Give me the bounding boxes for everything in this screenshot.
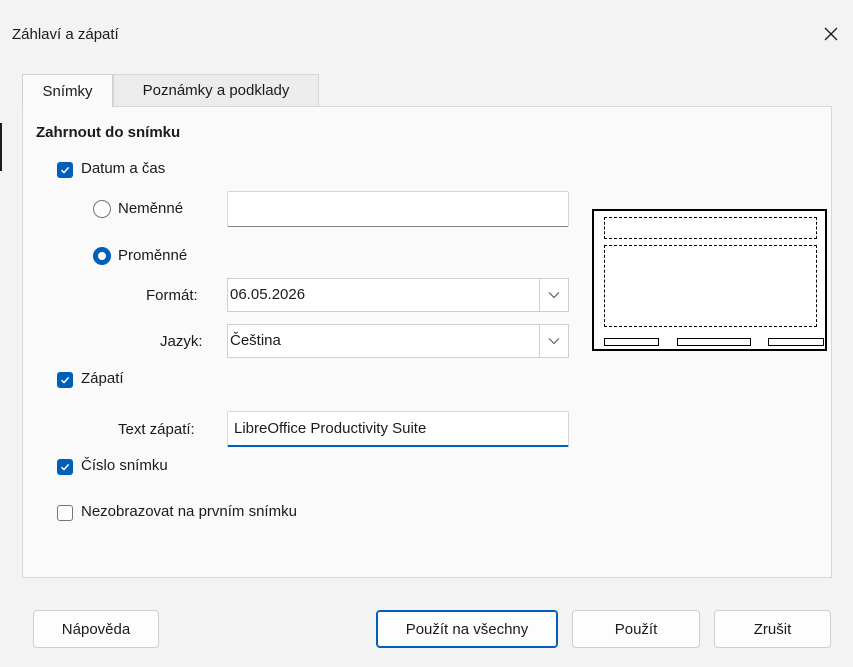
chevron-down-icon bbox=[548, 292, 560, 299]
apply-button[interactable]: Použít bbox=[572, 610, 700, 648]
format-label: Formát: bbox=[146, 287, 198, 304]
footer-checkbox[interactable] bbox=[57, 372, 73, 388]
close-icon bbox=[824, 27, 838, 41]
footer-text-label: Text zápatí: bbox=[118, 421, 195, 438]
language-label: Jazyk: bbox=[160, 333, 203, 350]
variable-radio[interactable] bbox=[93, 247, 111, 265]
fixed-date-input[interactable] bbox=[227, 191, 569, 227]
footer-text-input[interactable]: LibreOffice Productivity Suite bbox=[227, 411, 569, 447]
title-bar: Záhlaví a zápatí bbox=[0, 0, 853, 66]
tab-notes-handouts[interactable]: Poznámky a podklady bbox=[113, 74, 319, 106]
preview-footer-area bbox=[677, 338, 751, 346]
help-button[interactable]: Nápověda bbox=[33, 610, 159, 648]
slide-preview bbox=[592, 209, 827, 351]
hide-first-slide-checkbox[interactable] bbox=[57, 505, 73, 521]
chevron-down-icon bbox=[548, 338, 560, 345]
preview-date-area bbox=[604, 338, 659, 346]
close-button[interactable] bbox=[811, 18, 851, 50]
language-select[interactable]: Čeština bbox=[227, 324, 569, 358]
language-dropdown-button[interactable] bbox=[539, 325, 568, 357]
checkmark-icon bbox=[60, 463, 70, 471]
cancel-button[interactable]: Zrušit bbox=[714, 610, 831, 648]
variable-label: Proměnné bbox=[118, 247, 188, 264]
section-title: Zahrnout do snímku bbox=[36, 124, 181, 141]
fixed-radio[interactable] bbox=[93, 200, 111, 218]
format-select[interactable]: 06.05.2026 bbox=[227, 278, 569, 312]
footer-label: Zápatí bbox=[81, 370, 124, 387]
window-edge-marker bbox=[0, 123, 2, 171]
date-time-label: Datum a čas bbox=[81, 160, 166, 177]
apply-to-all-button[interactable]: Použít na všechny bbox=[376, 610, 558, 648]
format-value: 06.05.2026 bbox=[230, 286, 306, 303]
tab-slides[interactable]: Snímky bbox=[22, 74, 113, 107]
tab-notes-handouts-label: Poznámky a podklady bbox=[142, 82, 290, 99]
preview-slide-number-area bbox=[768, 338, 824, 346]
slide-number-checkbox[interactable] bbox=[57, 459, 73, 475]
language-value: Čeština bbox=[230, 332, 281, 349]
preview-header-area bbox=[604, 217, 817, 239]
dialog-title: Záhlaví a zápatí bbox=[12, 26, 119, 43]
format-dropdown-button[interactable] bbox=[539, 279, 568, 311]
date-time-checkbox[interactable] bbox=[57, 162, 73, 178]
hide-first-slide-label: Nezobrazovat na prvním snímku bbox=[81, 503, 297, 520]
slide-number-label: Číslo snímku bbox=[81, 457, 168, 474]
fixed-label: Neměnné bbox=[118, 200, 184, 217]
preview-content-area bbox=[604, 245, 817, 327]
tab-slides-label: Snímky bbox=[42, 82, 93, 100]
checkmark-icon bbox=[60, 166, 70, 174]
checkmark-icon bbox=[60, 376, 70, 384]
